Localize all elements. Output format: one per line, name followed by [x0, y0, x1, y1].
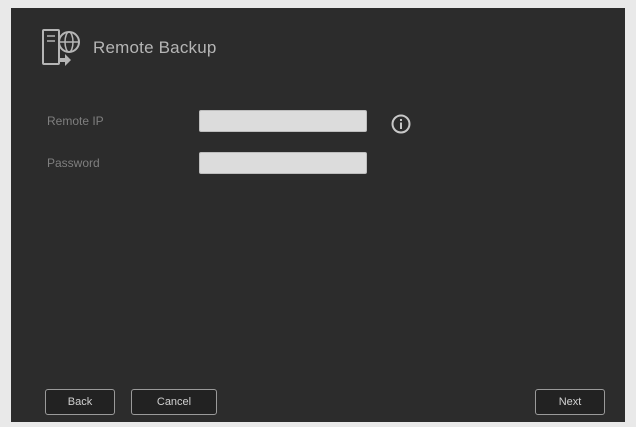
cancel-button[interactable]: Cancel: [131, 389, 217, 415]
dialog-title: Remote Backup: [93, 38, 217, 57]
password-input[interactable]: [199, 152, 367, 174]
back-button[interactable]: Back: [45, 389, 115, 415]
password-label: Password: [47, 156, 100, 170]
remote-backup-icon: [42, 29, 80, 66]
remote-ip-label: Remote IP: [47, 114, 104, 128]
remote-backup-dialog: Remote Backup Remote IP Password Back Ca…: [11, 8, 625, 422]
dialog-header: Remote Backup: [35, 24, 217, 72]
info-icon[interactable]: [390, 113, 412, 135]
next-button[interactable]: Next: [535, 389, 605, 415]
remote-ip-input[interactable]: [199, 110, 367, 132]
